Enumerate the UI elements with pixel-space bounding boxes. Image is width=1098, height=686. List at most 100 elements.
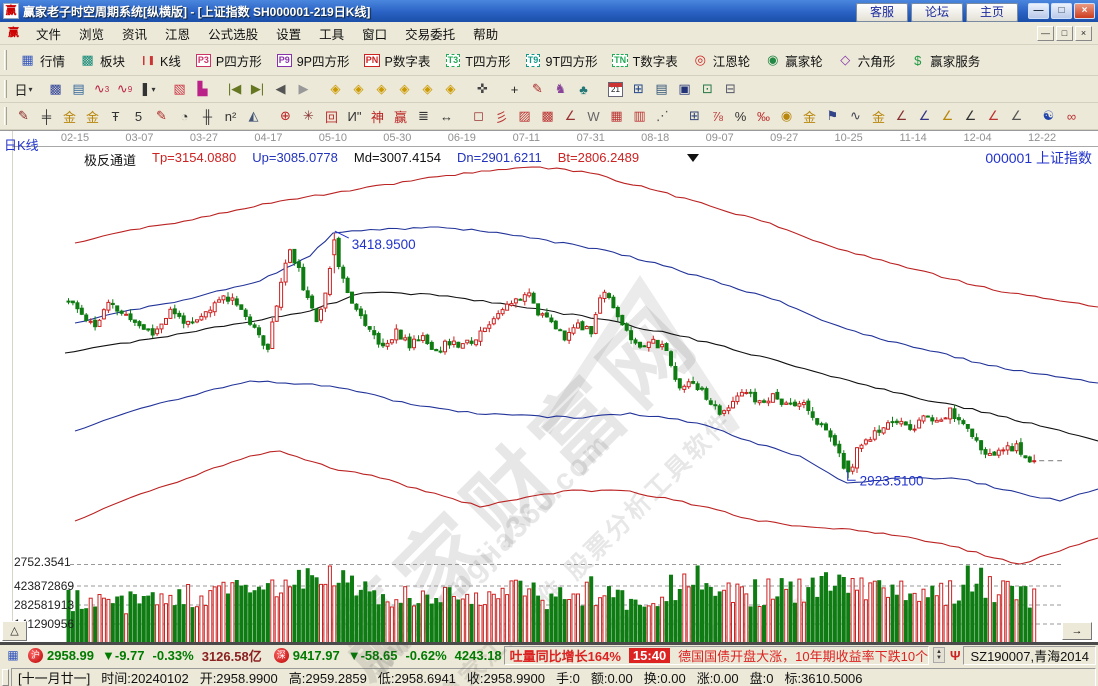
t-number-table-button[interactable]: TNT数字表 bbox=[605, 49, 685, 72]
menu-item-江恩[interactable]: 江恩 bbox=[156, 21, 199, 46]
percent-tool[interactable]: % bbox=[730, 106, 751, 126]
speed-angle-tool[interactable]: ∠ bbox=[960, 106, 981, 126]
five-ruler-tool[interactable]: 5 bbox=[128, 106, 149, 126]
menu-item-工具[interactable]: 工具 bbox=[310, 21, 353, 46]
fib-ruler-tool[interactable]: Ŧ bbox=[105, 106, 126, 126]
gann-wheel-button[interactable]: ◎江恩轮 bbox=[685, 49, 758, 72]
pattern-window-icon[interactable]: ▩ bbox=[45, 79, 66, 99]
9t-square-button[interactable]: T99T四方形 bbox=[518, 49, 605, 72]
gold-ratio-ruler-2[interactable]: 金 bbox=[82, 106, 103, 126]
shrink-v-diamond[interactable]: ◈ bbox=[440, 79, 461, 99]
cycle-clock-tool[interactable]: ◔ bbox=[174, 106, 195, 126]
wave-tool[interactable]: ∿ bbox=[845, 106, 866, 126]
print-icon[interactable]: ⊟ bbox=[720, 79, 741, 99]
detail-bar-grip[interactable] bbox=[2, 669, 9, 686]
grid-box-tool-2[interactable]: ▥ bbox=[629, 106, 650, 126]
save-icon[interactable]: ▣ bbox=[674, 79, 695, 99]
shanghai-market-icon[interactable]: 沪 bbox=[28, 648, 43, 663]
box-target-tool[interactable]: 回 bbox=[321, 106, 342, 126]
kline-button[interactable]: ❙❚K线 bbox=[132, 49, 188, 72]
fan-lines-tool[interactable]: 彡 bbox=[491, 106, 512, 126]
9p-square-button[interactable]: P99P四方形 bbox=[269, 49, 357, 72]
pane-toggle-button[interactable]: △ bbox=[2, 621, 27, 641]
child-minimize-button[interactable]: — bbox=[1037, 26, 1054, 41]
gold-angle-tool-2[interactable]: ∠ bbox=[937, 106, 958, 126]
j-angle-tool[interactable]: ∠ bbox=[891, 106, 912, 126]
f-angle-tool[interactable]: ∠ bbox=[914, 106, 935, 126]
final-angle-tool[interactable]: ∠ bbox=[1006, 106, 1027, 126]
menu-item-交易委托[interactable]: 交易委托 bbox=[396, 21, 464, 46]
winner-wheel-button[interactable]: ◉赢家轮 bbox=[757, 49, 830, 72]
gann-horse-tool[interactable]: ♞ bbox=[550, 79, 571, 99]
info-document-icon[interactable]: ▤ bbox=[68, 79, 89, 99]
calendar-icon[interactable]: 21 bbox=[605, 79, 626, 99]
menu-item-帮助[interactable]: 帮助 bbox=[464, 21, 507, 46]
quotes-grid-icon[interactable]: ▦ bbox=[4, 648, 22, 663]
scroll-right-button[interactable]: → bbox=[1062, 622, 1092, 640]
square-frame-tool[interactable]: ◻ bbox=[468, 106, 489, 126]
p-number-table-button[interactable]: PNP数字表 bbox=[357, 49, 438, 72]
quote-mark-tool[interactable]: И" bbox=[344, 106, 365, 126]
shrink-h-diamond[interactable]: ◈ bbox=[394, 79, 415, 99]
taiji-icon[interactable]: ☯ bbox=[1038, 106, 1059, 126]
homepage-button[interactable]: 主页 bbox=[966, 3, 1018, 22]
menu-item-资讯[interactable]: 资讯 bbox=[113, 21, 156, 46]
news-ticker[interactable]: 吐量同比增长164% 15:40 德国国债开盘大涨，10年期收益率下跌10个 bbox=[504, 646, 929, 665]
minimize-button[interactable]: — bbox=[1028, 3, 1049, 19]
star-target-tool[interactable]: ✳ bbox=[298, 106, 319, 126]
menu-item-窗口[interactable]: 窗口 bbox=[353, 21, 396, 46]
step-forward-button[interactable]: ▶ bbox=[293, 79, 314, 99]
quotes-button[interactable]: ▦行情 bbox=[12, 49, 72, 72]
angle-line-tool[interactable]: ∠ bbox=[560, 106, 581, 126]
menu-item-设置[interactable]: 设置 bbox=[267, 21, 310, 46]
pen-tool[interactable]: ✎ bbox=[151, 106, 172, 126]
brush-tool[interactable]: ✎ bbox=[13, 106, 34, 126]
candle-style-dropdown[interactable]: 日▾ bbox=[13, 79, 34, 99]
fan-box-tool[interactable]: ▨ bbox=[514, 106, 535, 126]
close-button[interactable]: × bbox=[1074, 3, 1095, 19]
percent-7-tool[interactable]: ⅞ bbox=[707, 106, 728, 126]
p-square-button[interactable]: P3P四方形 bbox=[188, 49, 269, 72]
expand-v-diamond[interactable]: ◈ bbox=[417, 79, 438, 99]
news-scroll-spinner[interactable]: ▲▼ bbox=[933, 647, 945, 663]
fund-ticker-label[interactable]: SZ190007,青海2014 bbox=[963, 646, 1096, 665]
skip-last-button[interactable]: ▶| bbox=[247, 79, 268, 99]
gold-ratio-ruler[interactable]: 金 bbox=[59, 106, 80, 126]
zigzag-line-tool[interactable]: W bbox=[583, 106, 604, 126]
skip-first-button[interactable]: |◀ bbox=[224, 79, 245, 99]
wave-3-icon[interactable]: ∿3 bbox=[91, 79, 112, 99]
gold-circle-tool[interactable]: ◉ bbox=[776, 106, 797, 126]
toolbar-grip[interactable] bbox=[4, 50, 7, 70]
wave-9-icon[interactable]: ∿9 bbox=[114, 79, 135, 99]
restore-button[interactable]: □ bbox=[1051, 3, 1072, 19]
gann-target-tool[interactable]: ⊕ bbox=[275, 106, 296, 126]
hexagon-button[interactable]: ◇六角形 bbox=[830, 49, 903, 72]
customer-service-button[interactable]: 客服 bbox=[856, 3, 908, 22]
export-icon[interactable]: ⊡ bbox=[697, 79, 718, 99]
gann-ruler-tool[interactable]: ╪ bbox=[36, 106, 57, 126]
plain-ruler-tool[interactable]: ╫ bbox=[197, 106, 218, 126]
n-square-tool[interactable]: n² bbox=[220, 106, 241, 126]
flag-tool[interactable]: ⚑ bbox=[822, 106, 843, 126]
candle-type-dropdown[interactable]: ❚▾ bbox=[137, 79, 158, 99]
symbol-label[interactable]: 000001 上证指数 bbox=[985, 148, 1092, 168]
parallel-lines-tool[interactable]: ⋰ bbox=[652, 106, 673, 126]
hand-tool[interactable]: ✜ bbox=[472, 79, 493, 99]
toolbar-grip[interactable] bbox=[4, 80, 7, 98]
forum-button[interactable]: 论坛 bbox=[911, 3, 963, 22]
pattern-box-tool[interactable]: ▩ bbox=[537, 106, 558, 126]
winner-service-button[interactable]: $赢家服务 bbox=[902, 49, 987, 72]
step-back-button[interactable]: ◀ bbox=[270, 79, 291, 99]
expand-h-diamond[interactable]: ◈ bbox=[371, 79, 392, 99]
ratio-table-tool[interactable]: ⊞ bbox=[684, 106, 705, 126]
toolbar-grip[interactable] bbox=[4, 107, 7, 125]
child-close-button[interactable]: × bbox=[1075, 26, 1092, 41]
compass-tool[interactable]: ◭ bbox=[243, 106, 264, 126]
sectors-button[interactable]: ▩板块 bbox=[72, 49, 132, 72]
infinity-icon[interactable]: ∞ bbox=[1061, 106, 1082, 126]
crosshair-tool[interactable]: + bbox=[504, 79, 525, 99]
grid-box-tool[interactable]: ▦ bbox=[606, 106, 627, 126]
shenzhen-market-icon[interactable]: 深 bbox=[274, 648, 289, 663]
calculator-icon[interactable]: ⊞ bbox=[628, 79, 649, 99]
grid-ruler-tool[interactable]: ≣ bbox=[413, 106, 434, 126]
